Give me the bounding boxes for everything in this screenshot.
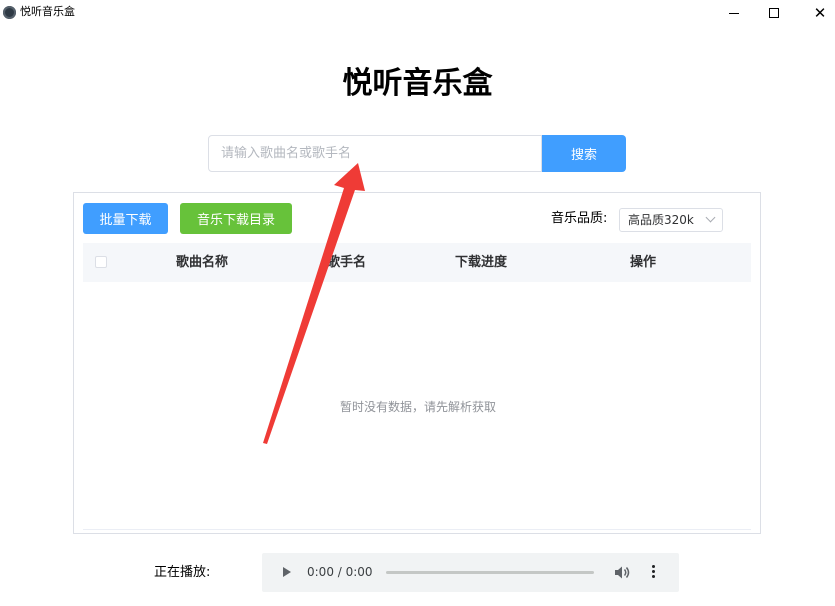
quality-select[interactable]: 高品质320k <box>619 208 723 232</box>
batch-download-button[interactable]: 批量下载 <box>83 203 168 234</box>
maximize-icon <box>769 8 779 18</box>
close-button[interactable]: ✕ <box>798 0 835 26</box>
page-title: 悦听音乐盒 <box>342 66 493 101</box>
column-header-artist: 歌手名 <box>327 255 367 270</box>
empty-state-text: 暂时没有数据，请先解析获取 <box>339 400 496 414</box>
playback-time: 0:00 / 0:00 <box>307 565 373 579</box>
quality-label: 音乐品质: <box>551 211 608 226</box>
column-header-song-name: 歌曲名称 <box>176 255 229 270</box>
maximize-button[interactable] <box>752 0 796 26</box>
volume-icon[interactable] <box>614 565 630 580</box>
audio-player: 0:00 / 0:00 <box>262 553 679 592</box>
select-all-checkbox[interactable] <box>95 256 107 268</box>
play-icon[interactable] <box>283 567 291 577</box>
minimize-icon <box>729 12 739 14</box>
app-icon <box>3 6 16 19</box>
chevron-down-icon <box>705 212 716 223</box>
close-icon: ✕ <box>813 3 827 22</box>
quality-selected-value: 高品质320k <box>628 213 694 227</box>
more-vertical-icon[interactable] <box>652 565 656 580</box>
results-panel: 批量下载 音乐下载目录 音乐品质: 高品质320k 歌曲名称 歌手名 下载进度 … <box>73 192 761 534</box>
table-header: 歌曲名称 歌手名 下载进度 操作 <box>83 243 751 282</box>
seek-slider[interactable] <box>386 571 594 574</box>
minimize-button[interactable] <box>712 0 756 26</box>
now-playing-label: 正在播放: <box>154 565 211 580</box>
table-divider <box>83 529 751 530</box>
search-button[interactable]: 搜索 <box>542 135 626 172</box>
title-bar: 悦听音乐盒 ✕ <box>0 0 835 26</box>
column-header-download-progress: 下载进度 <box>455 255 508 270</box>
download-folder-button[interactable]: 音乐下载目录 <box>180 203 292 234</box>
window-title: 悦听音乐盒 <box>20 5 75 18</box>
search-input[interactable] <box>208 135 542 172</box>
column-header-actions: 操作 <box>630 255 657 270</box>
